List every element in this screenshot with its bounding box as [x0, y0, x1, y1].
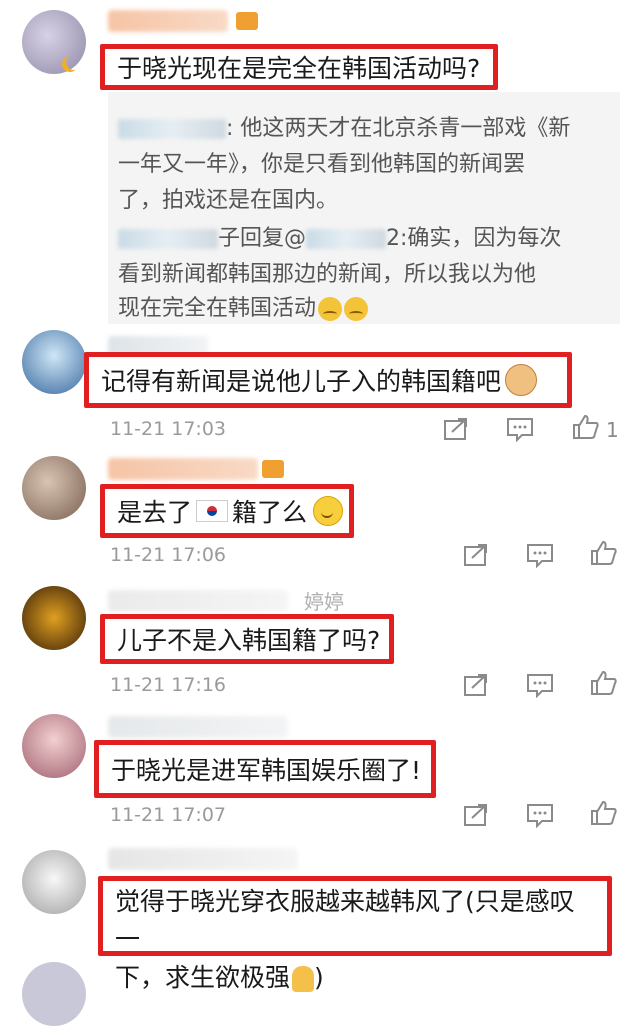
- badge-icon: [262, 460, 284, 478]
- comment-text-content: 觉得于晓光穿衣服越来越韩风了(只是感叹一: [115, 887, 575, 954]
- reply-text: 2:确实，因为每次: [386, 226, 562, 251]
- comment-text-content: 籍了么: [232, 498, 308, 527]
- comment-text: 于晓光是进军韩国娱乐圈了!: [94, 740, 436, 798]
- comment-icon[interactable]: [526, 802, 554, 828]
- thumbs-up-icon[interactable]: [572, 414, 600, 440]
- comment-text: 儿子不是入韩国籍了吗?: [100, 614, 394, 664]
- timestamp: 11-21 17:03: [110, 418, 227, 440]
- share-icon[interactable]: [462, 542, 490, 568]
- username[interactable]: [108, 716, 288, 738]
- timestamp: 11-21 17:07: [110, 804, 227, 826]
- timestamp: 11-21 17:06: [110, 544, 227, 566]
- comment-text: 是去了 籍了么: [100, 484, 354, 538]
- share-icon[interactable]: [442, 416, 470, 442]
- badge-icon: [236, 12, 258, 30]
- reply-text: 现在完全在韩国活动: [118, 296, 317, 321]
- reply-line: 了，拍戏还是在国内。: [118, 188, 339, 213]
- comment-icon[interactable]: [526, 542, 554, 568]
- korea-flag-icon: [196, 500, 229, 522]
- cat-emoji-icon: [505, 364, 538, 396]
- comment-text-content: 是去了: [117, 498, 193, 527]
- reply-line: 现在完全在韩国活动: [118, 290, 369, 322]
- avatar[interactable]: [22, 714, 86, 778]
- reply-line: 子回复@ 2:确实，因为每次: [118, 220, 561, 252]
- like-count: 1: [606, 418, 619, 442]
- share-icon[interactable]: [462, 672, 490, 698]
- moon-icon: [66, 54, 82, 70]
- comment-icon[interactable]: [506, 416, 534, 442]
- comment-text: 觉得于晓光穿衣服越来越韩风了(只是感叹一 下，求生欲极强): [98, 876, 612, 992]
- smile-emoji-icon: [313, 496, 344, 526]
- crying-emoji-icon: [318, 297, 343, 321]
- pray-emoji-icon: [292, 966, 315, 992]
- username[interactable]: [108, 458, 258, 480]
- avatar[interactable]: [22, 962, 86, 1026]
- share-icon[interactable]: [462, 802, 490, 828]
- reply-line: : 他这两天才在北京杀青一部戏《新: [118, 110, 570, 142]
- crying-emoji-icon: [344, 297, 369, 321]
- avatar[interactable]: [22, 330, 86, 394]
- username[interactable]: [108, 10, 228, 32]
- thumbs-up-icon[interactable]: [590, 670, 618, 696]
- comment-text-content: 记得有新闻是说他儿子入的韩国籍吧: [101, 367, 502, 396]
- comment-icon[interactable]: [526, 672, 554, 698]
- username[interactable]: [108, 590, 288, 612]
- comment-text: 于晓光现在是完全在韩国活动吗?: [100, 44, 498, 90]
- reply-line: 看到新闻都韩国那边的新闻，所以我以为他: [118, 262, 537, 287]
- reply-text: 子回复@: [218, 226, 307, 251]
- reply-line: 一年又一年》，你是只看到他韩国的新闻罢: [118, 152, 526, 177]
- avatar[interactable]: [22, 456, 86, 520]
- reply-username[interactable]: [118, 229, 218, 249]
- avatar[interactable]: [22, 850, 86, 914]
- timestamp: 11-21 17:16: [110, 674, 227, 696]
- avatar[interactable]: [22, 586, 86, 650]
- reply-text: : 他这两天才在北京杀青一部戏《新: [226, 116, 571, 141]
- username-visible: 婷婷: [304, 590, 344, 614]
- reply-username[interactable]: [118, 119, 226, 139]
- thumbs-up-icon[interactable]: [590, 800, 618, 826]
- mention-username[interactable]: [306, 229, 387, 249]
- comment-text-content: 下，求生欲极强): [115, 963, 324, 992]
- thumbs-up-icon[interactable]: [590, 540, 618, 566]
- comment-text: 记得有新闻是说他儿子入的韩国籍吧: [84, 352, 572, 408]
- username[interactable]: [108, 848, 298, 870]
